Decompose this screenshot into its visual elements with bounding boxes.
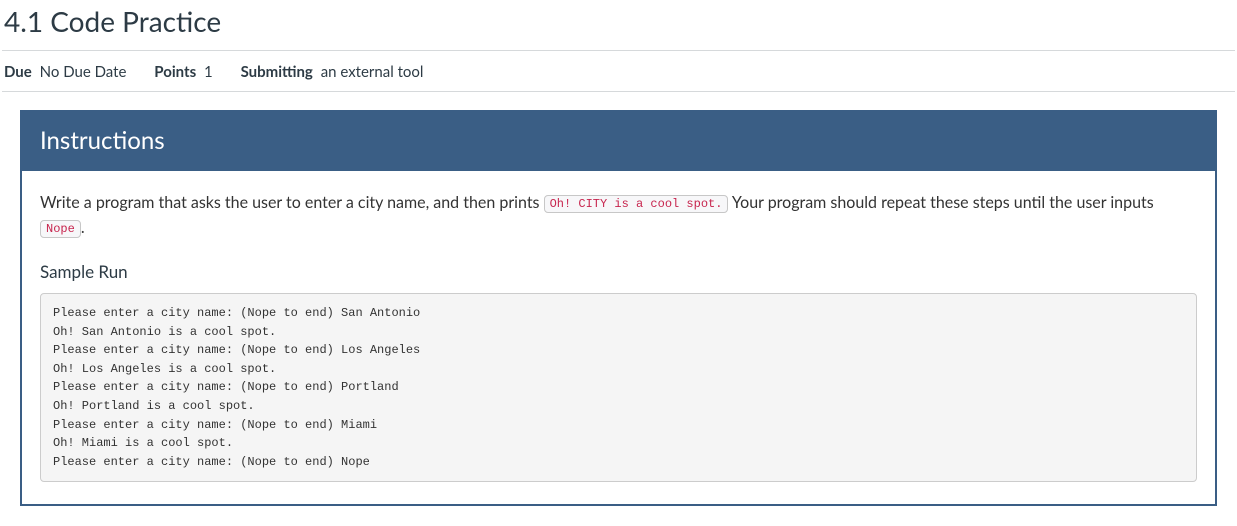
divider — [2, 91, 1235, 92]
sample-run-block: Please enter a city name: (Nope to end) … — [40, 293, 1197, 482]
due-value: No Due Date — [40, 63, 127, 81]
code-terminator: Nope — [40, 220, 81, 238]
desc-mid: Your program should repeat these steps u… — [728, 193, 1153, 212]
assignment-meta-row: Due No Due Date Points 1 Submitting an e… — [2, 51, 1235, 91]
instructions-text: Write a program that asks the user to en… — [40, 191, 1197, 241]
points-value: 1 — [204, 63, 213, 81]
points-label: Points — [154, 63, 196, 81]
instructions-body: Write a program that asks the user to en… — [22, 171, 1215, 504]
desc-post: . — [81, 218, 85, 237]
code-output-template: Oh! CITY is a cool spot. — [544, 195, 729, 213]
page-title: 4.1 Code Practice — [2, 4, 1235, 38]
due-label: Due — [4, 63, 32, 81]
instructions-header: Instructions — [22, 112, 1215, 171]
submitting-label: Submitting — [241, 63, 313, 81]
sample-run-heading: Sample Run — [40, 259, 1197, 285]
instructions-panel: Instructions Write a program that asks t… — [20, 110, 1217, 506]
submitting-value: an external tool — [321, 63, 424, 81]
desc-pre: Write a program that asks the user to en… — [40, 193, 544, 212]
